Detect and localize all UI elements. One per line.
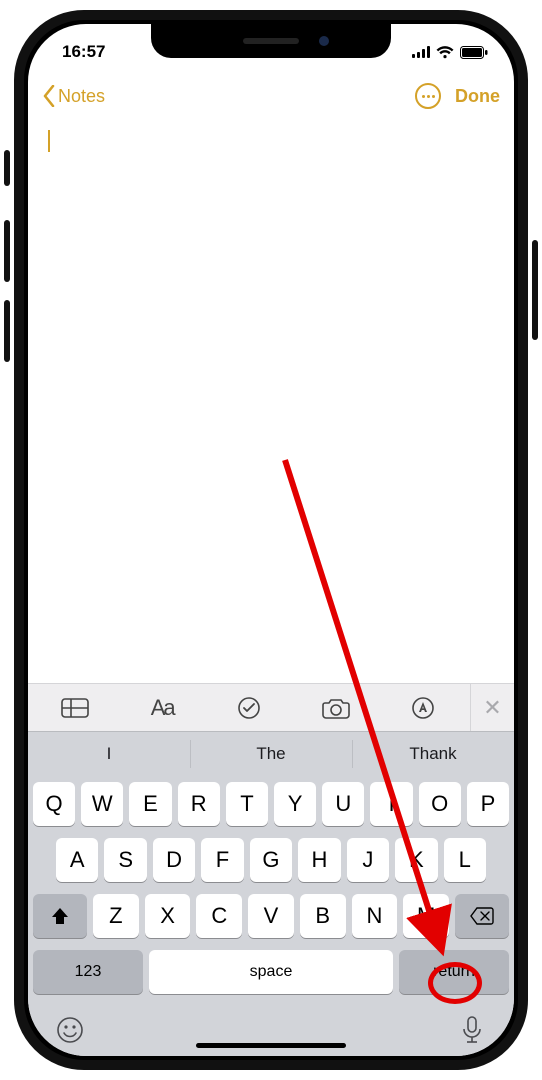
chevron-left-icon: [42, 85, 56, 107]
back-button[interactable]: Notes: [42, 85, 105, 107]
key-d[interactable]: D: [153, 838, 195, 882]
phone-silence-switch: [4, 150, 10, 186]
key-b[interactable]: B: [300, 894, 346, 938]
suggestion-1[interactable]: I: [28, 732, 190, 776]
cellular-signal-icon: [412, 46, 430, 58]
battery-icon: [460, 46, 488, 59]
microphone-icon: [462, 1016, 482, 1044]
text-caret: [48, 130, 50, 152]
back-label: Notes: [58, 86, 105, 107]
key-m[interactable]: M: [403, 894, 449, 938]
formatting-toolbar: Aa ✕: [28, 683, 514, 731]
note-editor[interactable]: [28, 120, 514, 683]
suggestion-bar: I The Thank: [28, 732, 514, 776]
key-n[interactable]: N: [352, 894, 398, 938]
key-r[interactable]: R: [178, 782, 220, 826]
phone-volume-down-button: [4, 300, 10, 362]
phone-screen: 16:57 Notes: [28, 24, 514, 1056]
shift-key[interactable]: [33, 894, 87, 938]
key-y[interactable]: Y: [274, 782, 316, 826]
numbers-key[interactable]: 123: [33, 950, 143, 994]
camera-button[interactable]: [316, 688, 356, 728]
key-h[interactable]: H: [298, 838, 340, 882]
key-q[interactable]: Q: [33, 782, 75, 826]
navigation-bar: Notes Done: [28, 72, 514, 120]
phone-volume-up-button: [4, 220, 10, 282]
key-z[interactable]: Z: [93, 894, 139, 938]
key-i[interactable]: I: [370, 782, 412, 826]
shift-icon: [50, 906, 70, 926]
close-toolbar-button[interactable]: ✕: [470, 684, 514, 731]
key-e[interactable]: E: [129, 782, 171, 826]
key-u[interactable]: U: [322, 782, 364, 826]
key-s[interactable]: S: [104, 838, 146, 882]
table-button[interactable]: [55, 688, 95, 728]
key-c[interactable]: C: [196, 894, 242, 938]
checklist-button[interactable]: [229, 688, 269, 728]
key-w[interactable]: W: [81, 782, 123, 826]
text-style-button[interactable]: Aa: [142, 688, 182, 728]
key-l[interactable]: L: [444, 838, 486, 882]
key-x[interactable]: X: [145, 894, 191, 938]
key-t[interactable]: T: [226, 782, 268, 826]
key-k[interactable]: K: [395, 838, 437, 882]
phone-frame: 16:57 Notes: [14, 10, 528, 1070]
key-j[interactable]: J: [347, 838, 389, 882]
status-time: 16:57: [62, 42, 105, 62]
wifi-icon: [436, 46, 454, 59]
key-v[interactable]: V: [248, 894, 294, 938]
key-g[interactable]: G: [250, 838, 292, 882]
phone-power-button: [532, 240, 538, 340]
home-indicator[interactable]: [196, 1043, 346, 1048]
suggestion-3[interactable]: Thank: [352, 732, 514, 776]
space-key[interactable]: space: [149, 950, 393, 994]
emoji-icon: [56, 1016, 84, 1044]
key-p[interactable]: P: [467, 782, 509, 826]
key-f[interactable]: F: [201, 838, 243, 882]
phone-notch: [151, 24, 391, 58]
keyboard: I The Thank Q W E R T Y U I O P A: [28, 731, 514, 1056]
ellipsis-icon: [422, 95, 425, 98]
done-button[interactable]: Done: [455, 86, 500, 107]
markup-button[interactable]: [403, 688, 443, 728]
suggestion-2[interactable]: The: [190, 732, 352, 776]
emoji-button[interactable]: [50, 1010, 90, 1050]
dictation-button[interactable]: [452, 1010, 492, 1050]
key-a[interactable]: A: [56, 838, 98, 882]
backspace-key[interactable]: [455, 894, 509, 938]
key-o[interactable]: O: [419, 782, 461, 826]
return-key[interactable]: return: [399, 950, 509, 994]
more-options-button[interactable]: [415, 83, 441, 109]
backspace-icon: [470, 907, 494, 925]
